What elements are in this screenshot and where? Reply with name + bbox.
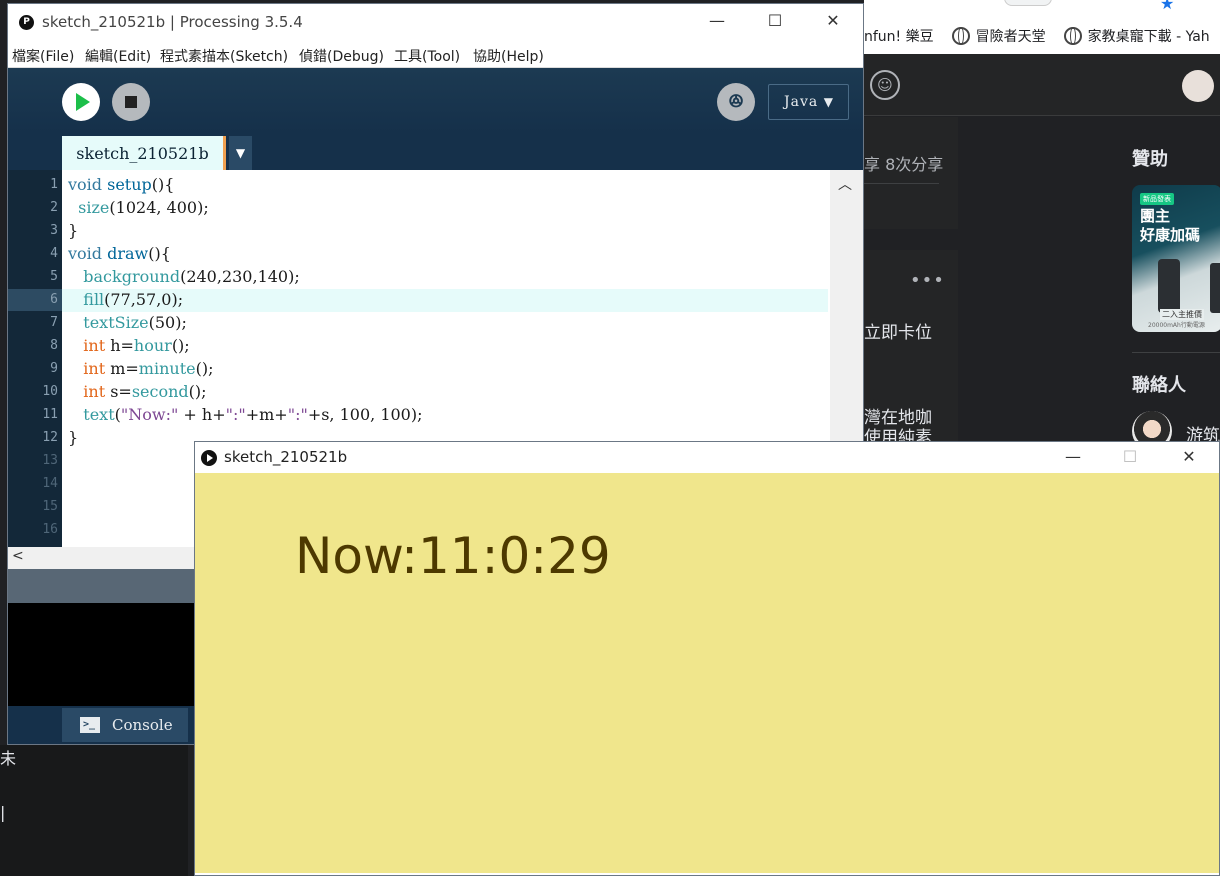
ide-window-title: sketch_210521b | Processing 3.5.4 (42, 13, 303, 31)
post-text: 立即卡位 (864, 323, 932, 343)
close-button[interactable]: ✕ (1166, 446, 1212, 468)
sketch-window-title: sketch_210521b (224, 448, 348, 466)
code-line: fill(77,57,0); (83, 290, 184, 309)
code-line: int s=second(); (83, 382, 207, 401)
share-count[interactable]: 享 8次分享 (864, 151, 943, 175)
line-number-gutter: 1 2 3 4 5 6 7 8 9 10 11 12 13 14 15 16 (8, 170, 62, 547)
clock-text: Now:11:0:29 (295, 527, 611, 585)
menu-sketch[interactable]: 程式素描本(Sketch) (160, 46, 288, 66)
right-sidebar: 贊助 新品發表 團主 好康加碼 二入主推價 20000mAh行動電源 聯絡人 游筑 (958, 117, 1220, 451)
stop-button[interactable] (112, 83, 150, 121)
menu-edit[interactable]: 編輯(Edit) (85, 46, 151, 66)
tab-menu-button[interactable]: ▼ (229, 136, 252, 170)
line-number: 16 (42, 522, 58, 537)
more-options-icon[interactable]: ••• (910, 270, 945, 291)
ad-headline: 團主 好康加碼 (1140, 207, 1201, 244)
line-number: 1 (50, 177, 58, 192)
globe-icon (951, 27, 970, 45)
ad-product-image (1158, 259, 1180, 313)
bookmarks-bar: nfun! 樂豆 冒險者天堂 家教桌寵下載 - Yah (864, 18, 1220, 54)
sketch-canvas[interactable]: Now:11:0:29 (195, 473, 1219, 873)
line-number: 4 (50, 246, 58, 261)
bookmark-item[interactable]: nfun! 樂豆 (864, 26, 934, 46)
scroll-left-icon[interactable]: < (12, 548, 24, 564)
contacts-heading: 聯絡人 (1132, 375, 1186, 396)
line-number: 6 (50, 292, 58, 307)
sponsored-ad-image[interactable]: 新品發表 團主 好康加碼 二入主推價 20000mAh行動電源 (1132, 185, 1220, 332)
divider (1132, 352, 1220, 353)
console-tab[interactable]: >_ Console (62, 708, 188, 742)
mode-selector[interactable]: Java ▼ (768, 84, 849, 120)
menu-debug[interactable]: 偵錯(Debug) (299, 46, 384, 66)
text-fragment: 未 (0, 749, 17, 768)
line-number: 10 (42, 384, 58, 399)
ide-toolbar: ꔮ Java ▼ (8, 68, 863, 134)
code-line: int m=minute(); (83, 359, 214, 378)
ide-titlebar[interactable]: P sketch_210521b | Processing 3.5.4 — ☐ … (8, 4, 863, 40)
close-button[interactable]: ✕ (810, 10, 856, 34)
line-number: 15 (42, 499, 58, 514)
line-number: 2 (50, 200, 58, 215)
line-number: 7 (50, 315, 58, 330)
feed-post-card: 享 8次分享 (864, 117, 958, 229)
line-number: 3 (50, 223, 58, 238)
console-tab-label: Console (112, 716, 173, 734)
sketch-output-window: sketch_210521b — ☐ ✕ Now:11:0:29 (194, 441, 1220, 876)
ad-subtext: 20000mAh行動電源 (1148, 322, 1205, 329)
globe-icon (1063, 27, 1082, 45)
divider (864, 183, 939, 184)
menu-file[interactable]: 檔案(File) (12, 46, 74, 66)
ad-tag: 新品發表 (1140, 193, 1174, 205)
console-icon: >_ (80, 717, 100, 733)
feed-post-card: ••• 立即卡位 灣在地咖 使用純素 (864, 250, 958, 448)
code-line: void setup(){ (68, 175, 175, 194)
line-number: 12 (42, 430, 58, 445)
site-header: ☺ (864, 54, 1220, 116)
bookmark-star-icon[interactable]: ★ (1160, 0, 1174, 13)
text-fragment: | (0, 803, 6, 822)
code-line: background(240,230,140); (83, 267, 300, 286)
line-number: 8 (50, 338, 58, 353)
address-bar-fragment[interactable] (1004, 0, 1052, 6)
left-feed-fragment: 未 | (0, 745, 188, 876)
minimize-button[interactable]: — (694, 10, 740, 34)
menu-help[interactable]: 協助(Help) (473, 46, 544, 66)
code-line: textSize(50); (83, 313, 187, 332)
tab-sketch[interactable]: sketch_210521b (62, 136, 226, 170)
sponsored-heading: 贊助 (1132, 149, 1168, 170)
code-line: } (68, 428, 79, 447)
code-line: size(1024, 400); (78, 198, 209, 217)
processing-app-icon: P (19, 15, 34, 30)
sketch-titlebar[interactable]: sketch_210521b — ☐ ✕ (195, 442, 1219, 473)
code-line: } (68, 221, 79, 240)
line-number: 5 (50, 269, 58, 284)
bookmark-item[interactable]: 冒險者天堂 (951, 26, 1046, 46)
menu-bar: 檔案(File) 編輯(Edit) 程式素描本(Sketch) 偵錯(Debug… (8, 40, 863, 68)
browser-top-strip: ★ (864, 0, 1220, 18)
code-line: void draw(){ (68, 244, 171, 263)
line-number: 14 (42, 476, 58, 491)
run-button[interactable] (62, 83, 100, 121)
bookmark-item[interactable]: 家教桌寵下載 - Yah (1063, 26, 1210, 46)
maximize-button[interactable]: ☐ (1107, 446, 1153, 468)
code-line: text("Now:" + h+":"+m+":"+s, 100, 100); (83, 405, 423, 424)
scroll-up-icon[interactable]: ︿ (838, 174, 852, 194)
minimize-button[interactable]: — (1050, 446, 1096, 468)
menu-tool[interactable]: 工具(Tool) (394, 46, 460, 66)
mode-label: Java (784, 94, 819, 110)
debug-butterfly-icon[interactable]: ꔮ (717, 83, 755, 121)
line-number: 11 (42, 407, 58, 422)
sketch-tab-strip: sketch_210521b ▼ (8, 134, 863, 170)
maximize-button[interactable]: ☐ (752, 10, 798, 34)
ad-subtext: 二入主推價 (1160, 309, 1204, 320)
groups-icon[interactable]: ☺ (870, 70, 900, 100)
play-icon (201, 450, 217, 466)
line-number: 9 (50, 361, 58, 376)
profile-avatar[interactable] (1182, 70, 1214, 102)
ad-product-image (1210, 263, 1220, 313)
code-line: int h=hour(); (83, 336, 190, 355)
chevron-down-icon: ▼ (823, 95, 834, 109)
line-number: 13 (42, 453, 58, 468)
